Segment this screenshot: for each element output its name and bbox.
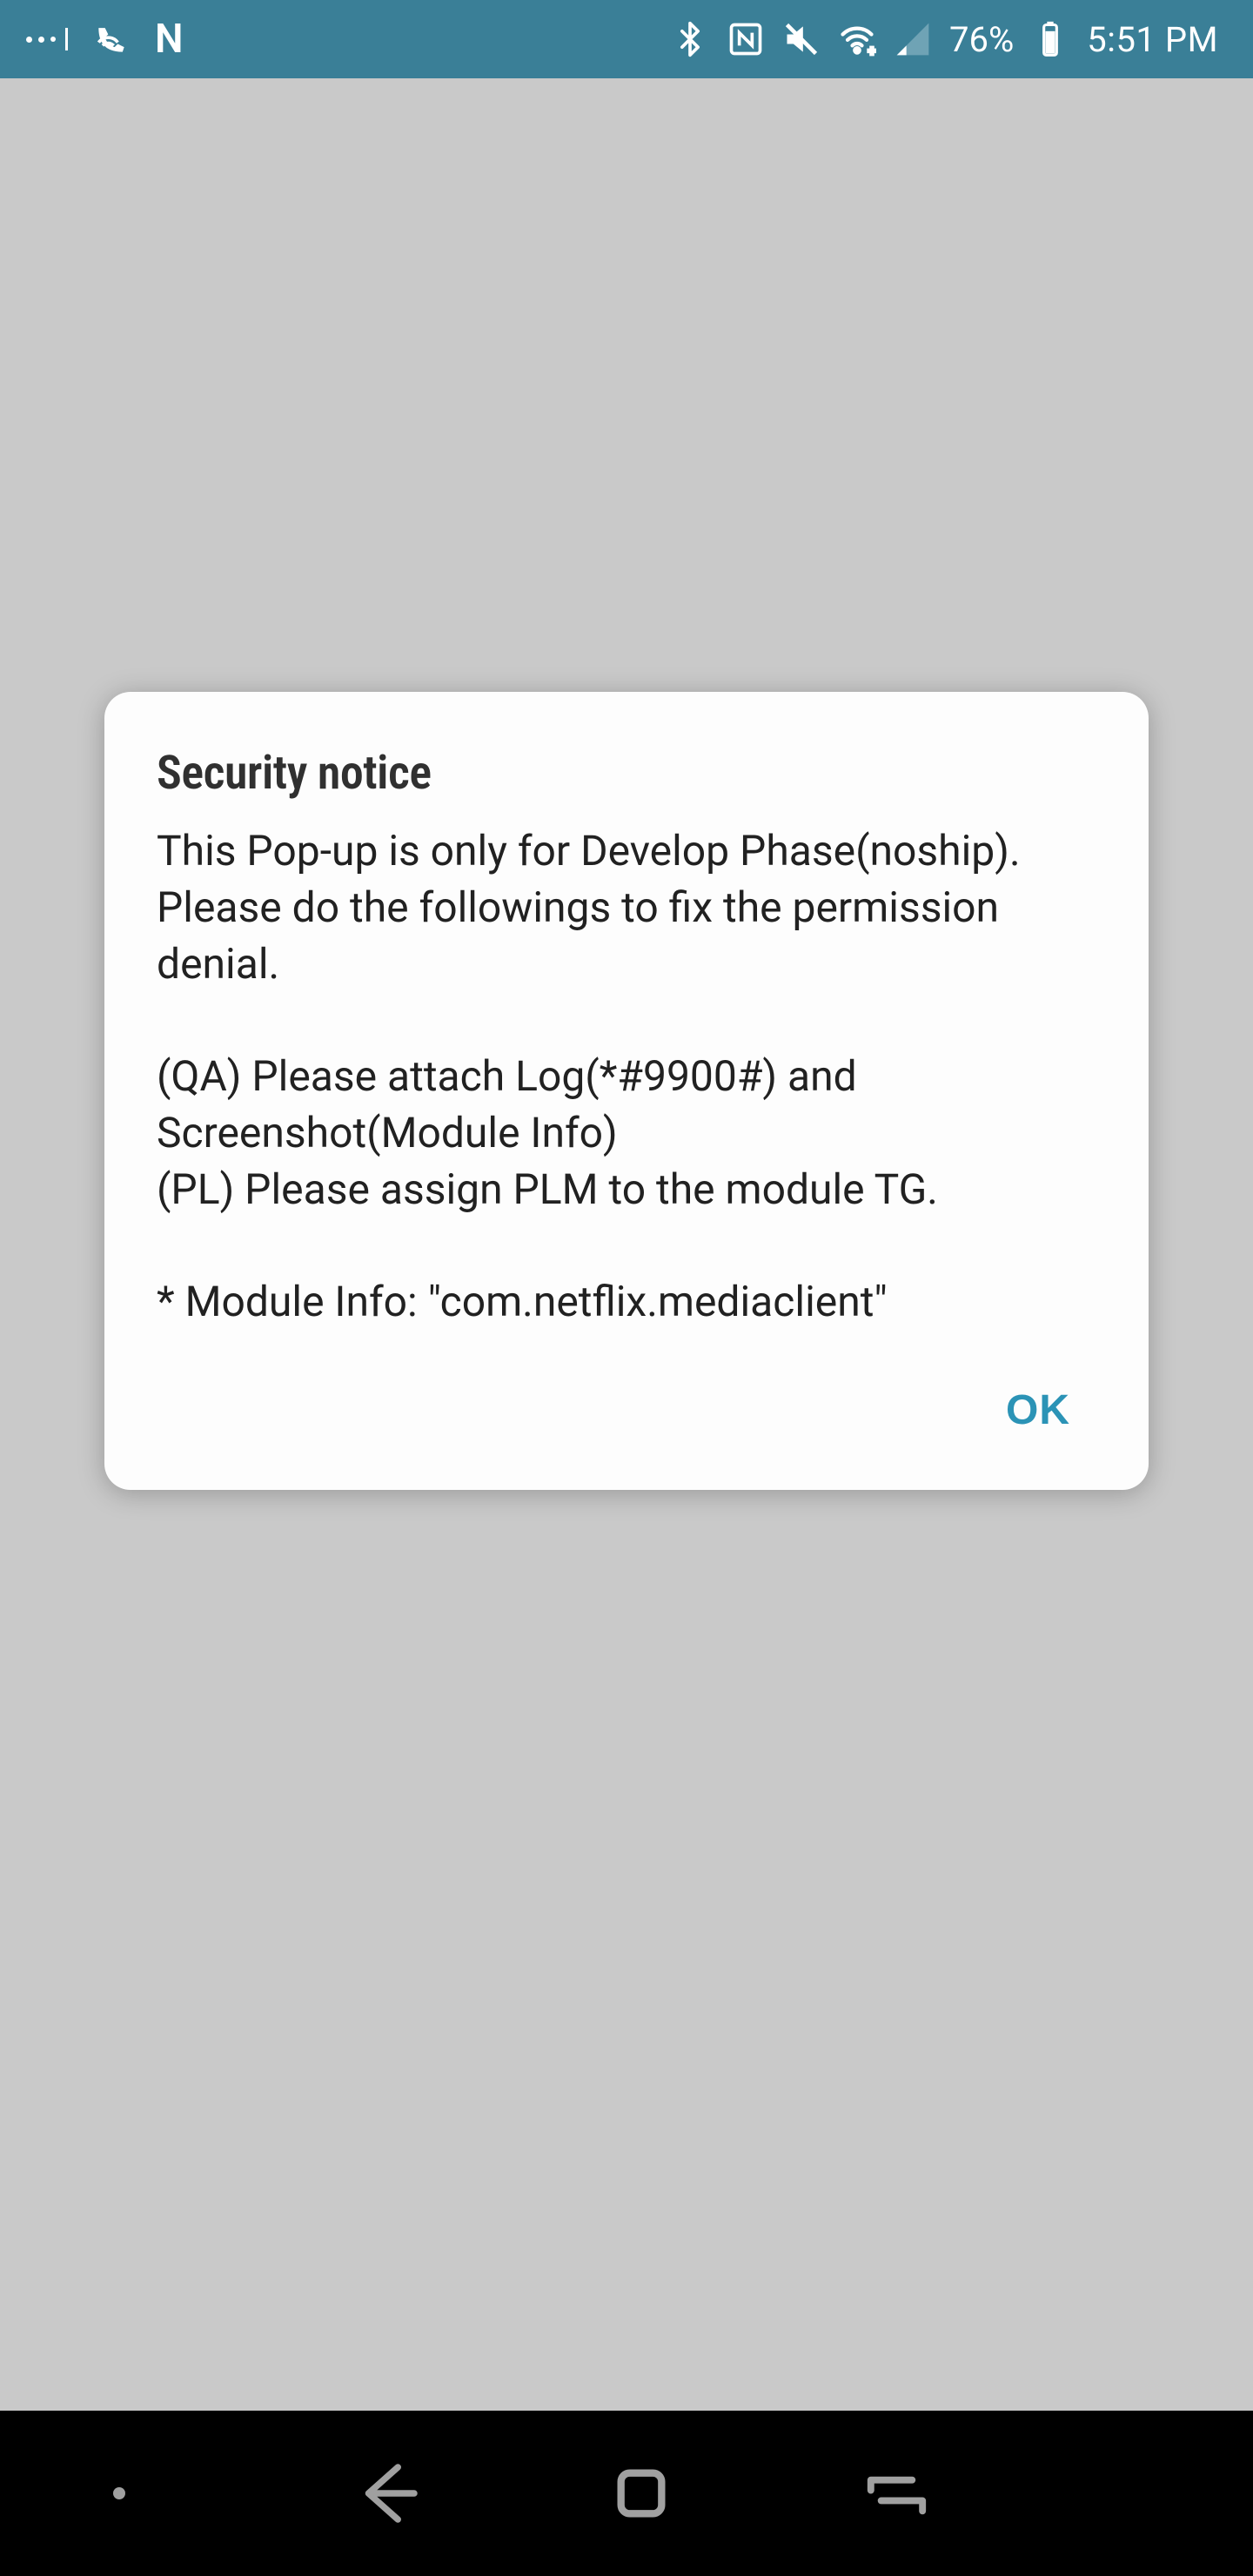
recent-apps-button[interactable]: [843, 2452, 948, 2535]
nav-pill-indicator: [113, 2487, 125, 2499]
netflix-notification-icon: N: [155, 16, 190, 63]
dialog-body-text: This Pop-up is only for Develop Phase(no…: [157, 823, 1096, 1331]
home-button[interactable]: [589, 2459, 694, 2528]
clock-label: 5:51 PM: [1087, 19, 1218, 60]
svg-text:+: +: [868, 43, 875, 58]
more-notifications-icon: [26, 28, 68, 50]
battery-icon: [1031, 20, 1069, 58]
dialog-actions: OK: [157, 1365, 1096, 1455]
battery-percent-label: 76%: [949, 19, 1014, 60]
navigation-bar: [0, 2411, 1253, 2576]
status-bar: N +: [0, 0, 1253, 78]
bluetooth-icon: [671, 20, 709, 58]
nfc-icon: [727, 20, 765, 58]
back-button[interactable]: [336, 2454, 440, 2532]
status-bar-right: + 76% 5:51 PM: [671, 19, 1218, 60]
wifi-calling-icon: [92, 20, 131, 58]
wifi-icon: +: [838, 20, 876, 58]
dialog-title: Security notice: [157, 746, 1096, 801]
mute-icon: [782, 20, 821, 58]
security-notice-dialog: Security notice This Pop-up is only for …: [104, 692, 1149, 1490]
cellular-signal-icon: [894, 20, 932, 58]
status-bar-left: N: [26, 16, 190, 63]
ok-button[interactable]: OK: [980, 1365, 1096, 1455]
